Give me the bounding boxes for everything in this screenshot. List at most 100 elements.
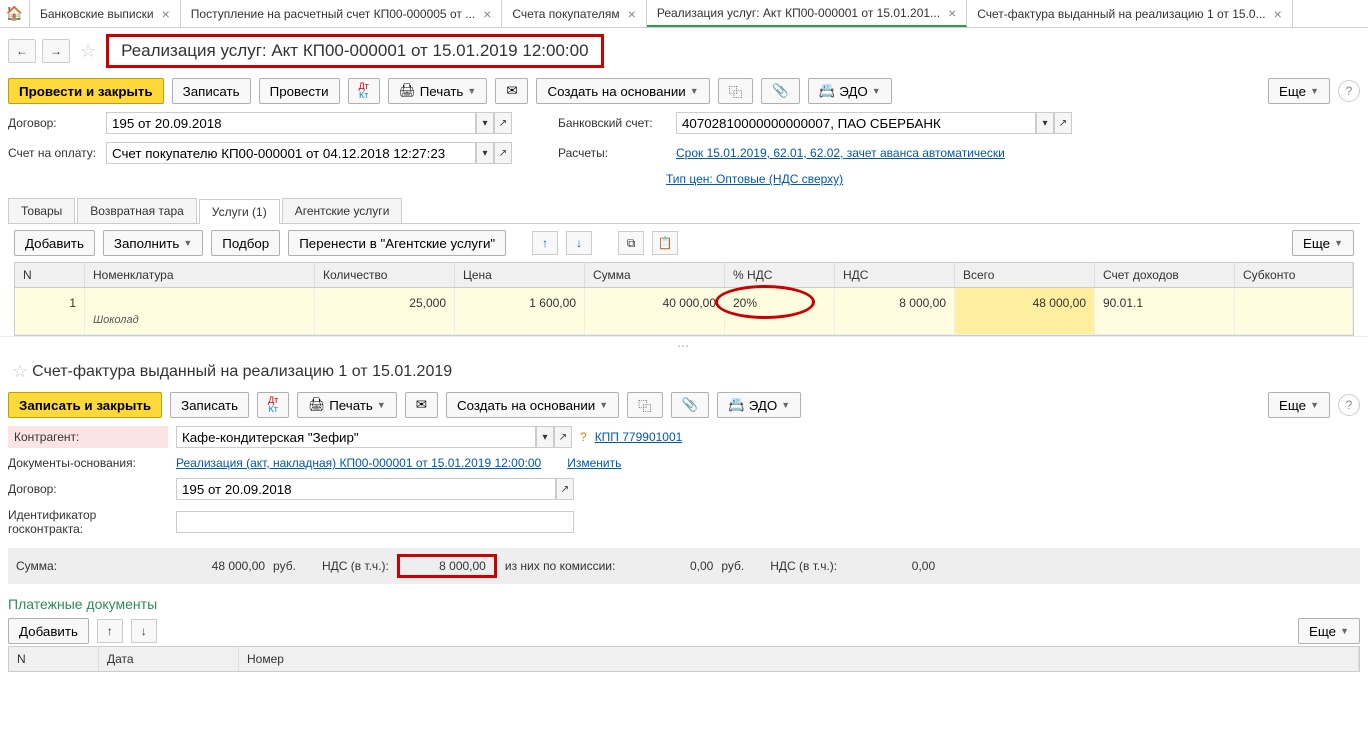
cell-qty: 25,000 (315, 288, 455, 334)
print-button[interactable]: 🖨 Печать ▼ (388, 78, 488, 104)
col-n: N (15, 263, 85, 287)
invoice-input[interactable] (106, 142, 476, 164)
close-icon[interactable]: × (483, 6, 491, 22)
nomenclature-name: Шоколад (93, 310, 306, 326)
tab-invoices[interactable]: Счета покупателям × (502, 0, 646, 27)
change-link[interactable]: Изменить (567, 456, 621, 470)
fill-button[interactable]: Заполнить ▼ (103, 230, 203, 256)
post-and-close-button[interactable]: Провести и закрыть (8, 78, 164, 104)
close-icon[interactable]: × (162, 6, 170, 22)
tab-bank-statements[interactable]: Банковские выписки × (30, 0, 181, 27)
structure-button[interactable]: ⿻ (627, 392, 662, 418)
attach-button[interactable]: 📎 (671, 392, 710, 418)
grid-row[interactable]: 1 Шоколад 25,000 1 600,00 40 000,00 20% … (15, 288, 1353, 335)
open-icon[interactable]: ↗ (556, 478, 574, 500)
move-up-icon[interactable]: ↑ (532, 231, 558, 255)
write-button[interactable]: Записать (170, 392, 249, 418)
rub-label: руб. (721, 559, 744, 573)
section2-title-row: ☆ Счет-фактура выданный на реализацию 1 … (0, 355, 1368, 388)
create-based-button[interactable]: Создать на основании ▼ (446, 392, 619, 418)
open-icon[interactable]: ↗ (494, 142, 512, 164)
invoice-row: Счет на оплату: ▾ ↗ Расчеты: Срок 15.01.… (0, 138, 1368, 168)
more-button[interactable]: Еще ▼ (1292, 230, 1354, 256)
goscontract-input[interactable] (176, 511, 574, 533)
price-type-row: Тип цен: Оптовые (НДС сверху) (0, 168, 1368, 190)
post-button[interactable]: Провести (259, 78, 340, 104)
help-icon[interactable]: ? (1338, 394, 1360, 416)
edo-button[interactable]: 📇 ЭДО ▼ (717, 392, 801, 418)
chevron-down-icon[interactable]: ▾ (476, 142, 494, 164)
grid2-header: N Дата Номер (9, 647, 1359, 671)
open-icon[interactable]: ↗ (554, 426, 572, 448)
close-icon[interactable]: × (948, 5, 956, 21)
section2-title: Счет-фактура выданный на реализацию 1 от… (32, 363, 452, 381)
write-and-close-button[interactable]: Записать и закрыть (8, 392, 162, 418)
col-vat-rate: % НДС (725, 263, 835, 287)
email-button[interactable]: ✉ (495, 78, 528, 104)
price-type-link[interactable]: Тип цен: Оптовые (НДС сверху) (666, 172, 843, 186)
home-icon[interactable]: 🏠 (0, 0, 30, 27)
cell-n: 1 (15, 288, 85, 334)
move-up-icon[interactable]: ↑ (97, 619, 123, 643)
open-icon[interactable]: ↗ (1054, 112, 1072, 134)
more-button[interactable]: Еще ▼ (1268, 392, 1330, 418)
favorite-star-icon[interactable]: ☆ (12, 361, 28, 382)
more-button[interactable]: Еще ▼ (1298, 618, 1360, 644)
tab-realization[interactable]: Реализация услуг: Акт КП00-000001 от 15.… (647, 0, 967, 27)
tab-invoice-out[interactable]: Счет-фактура выданный на реализацию 1 от… (967, 0, 1293, 27)
nds-label: НДС (в т.ч.): (322, 559, 389, 573)
kpp-link[interactable]: КПП 779901001 (595, 430, 683, 444)
close-icon[interactable]: × (628, 6, 636, 22)
bank-label: Банковский счет: (558, 116, 668, 130)
contract-input[interactable] (176, 478, 556, 500)
summary-row: Сумма: 48 000,00 руб. НДС (в т.ч.): 8 00… (8, 548, 1360, 584)
nav-forward-button[interactable]: → (42, 39, 70, 63)
cell-account: 90.01.1 (1095, 288, 1235, 334)
move-down-icon[interactable]: ↓ (566, 231, 592, 255)
contract-input[interactable] (106, 112, 476, 134)
tab-return-tara[interactable]: Возвратная тара (77, 198, 197, 223)
btn-label: Печать (420, 84, 464, 99)
open-icon[interactable]: ↗ (494, 112, 512, 134)
more-button[interactable]: Еще ▼ (1268, 78, 1330, 104)
email-button[interactable]: ✉ (405, 392, 438, 418)
edo-button[interactable]: 📇 ЭДО ▼ (808, 78, 892, 104)
chevron-down-icon[interactable]: ▾ (476, 112, 494, 134)
tab-agent-services[interactable]: Агентские услуги (282, 198, 403, 223)
print-button[interactable]: 🖨 Печать ▼ (297, 392, 397, 418)
basis-link[interactable]: Реализация (акт, накладная) КП00-000001 … (176, 456, 541, 470)
nds2-label: НДС (в т.ч.): (770, 559, 837, 573)
pick-button[interactable]: Подбор (211, 230, 280, 256)
tab-services[interactable]: Услуги (1) (199, 199, 280, 224)
tab-goods[interactable]: Товары (8, 198, 75, 223)
grid-toolbar: Добавить Заполнить ▼ Подбор Перенести в … (0, 224, 1368, 262)
add-button[interactable]: Добавить (14, 230, 95, 256)
bank-input[interactable] (676, 112, 1036, 134)
chevron-down-icon[interactable]: ▾ (1036, 112, 1054, 134)
nav-back-button[interactable]: ← (8, 39, 36, 63)
close-icon[interactable]: × (1274, 6, 1282, 22)
move-down-icon[interactable]: ↓ (131, 619, 157, 643)
kontragent-input[interactable] (176, 426, 536, 448)
kontragent-row: Контрагент: ▾ ↗ ? КПП 779901001 (0, 422, 1368, 452)
calc-link[interactable]: Срок 15.01.2019, 62.01, 62.02, зачет ава… (676, 146, 1005, 160)
favorite-star-icon[interactable]: ☆ (80, 41, 96, 62)
write-button[interactable]: Записать (172, 78, 251, 104)
contract-row: Договор: ▾ ↗ Банковский счет: ▾ ↗ (0, 108, 1368, 138)
copy-icon[interactable]: ⧉ (618, 231, 644, 255)
col-n: N (9, 647, 99, 671)
col-price: Цена (455, 263, 585, 287)
tab-receipt[interactable]: Поступление на расчетный счет КП00-00000… (181, 0, 503, 27)
help-icon[interactable]: ? (1338, 80, 1360, 102)
move-to-agent-button[interactable]: Перенести в "Агентские услуги" (288, 230, 506, 256)
chevron-down-icon[interactable]: ▾ (536, 426, 554, 448)
structure-button[interactable]: ⿻ (718, 78, 753, 104)
splitter[interactable]: ⋯ (0, 336, 1368, 355)
dtkt-button[interactable]: ДтКт (257, 392, 289, 418)
col-number: Номер (239, 647, 1359, 671)
add-button[interactable]: Добавить (8, 618, 89, 644)
create-based-button[interactable]: Создать на основании ▼ (536, 78, 709, 104)
attach-button[interactable]: 📎 (761, 78, 800, 104)
dtkt-button[interactable]: ДтКт (348, 78, 380, 104)
paste-icon[interactable]: 📋 (652, 231, 678, 255)
